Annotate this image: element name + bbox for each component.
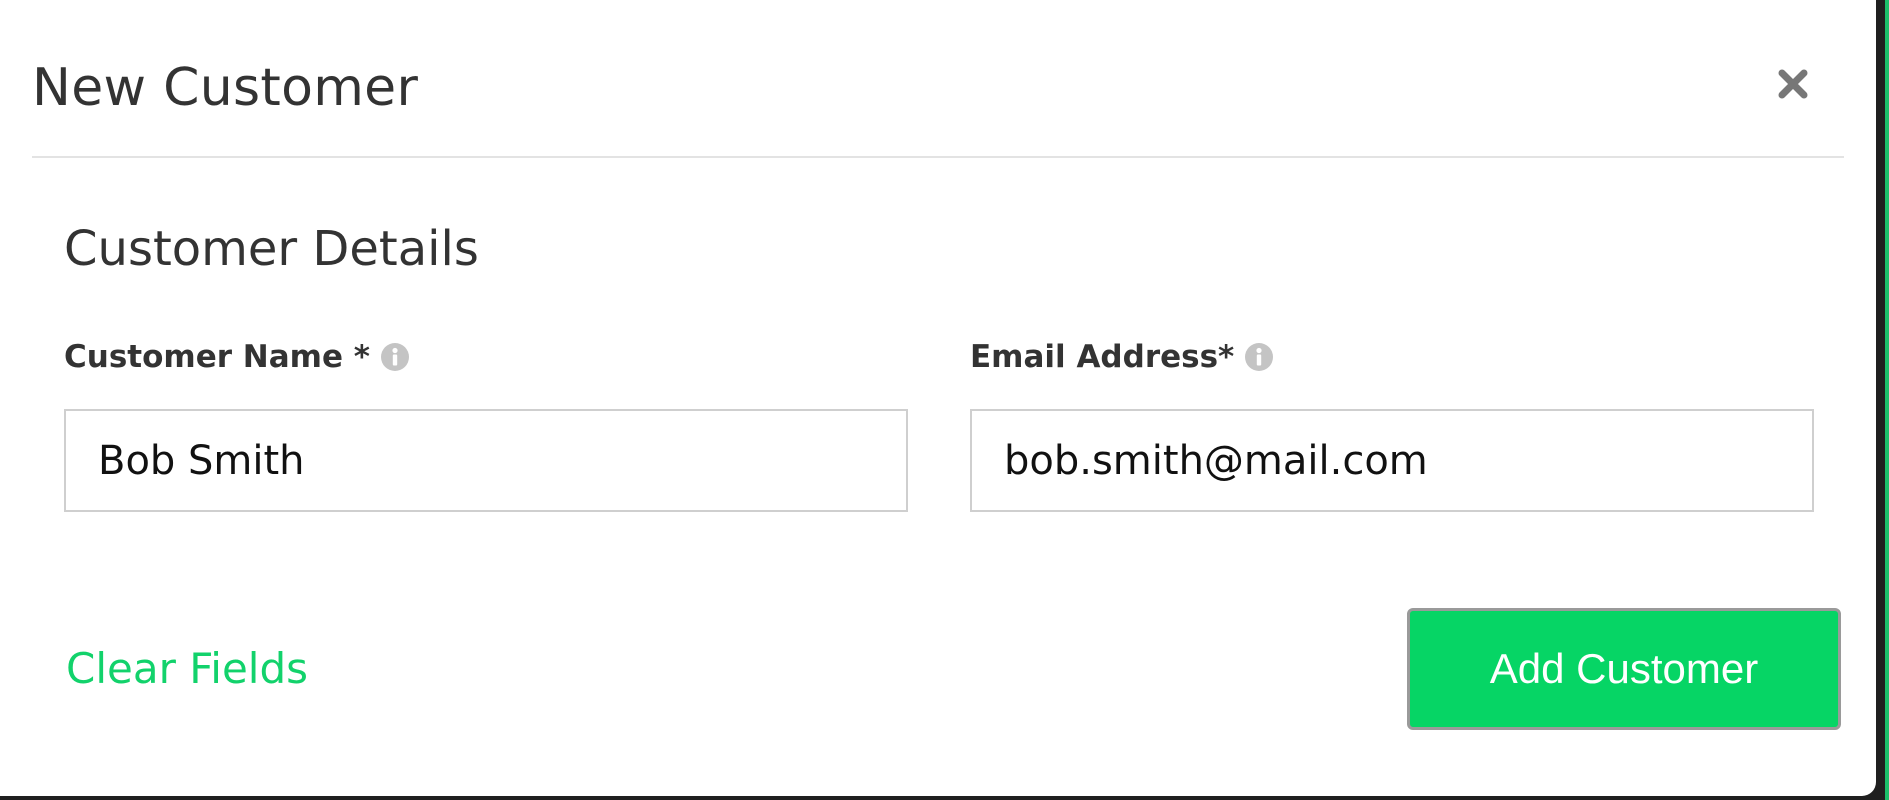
close-icon — [1778, 69, 1808, 99]
add-customer-button[interactable]: Add Customer — [1407, 608, 1841, 730]
clear-fields-link[interactable]: Clear Fields — [66, 644, 308, 693]
email-address-input[interactable] — [970, 409, 1814, 512]
customer-name-label: Customer Name * — [64, 339, 410, 375]
customer-name-input[interactable] — [64, 409, 908, 512]
close-button[interactable] — [1773, 61, 1813, 105]
section-title: Customer Details — [64, 221, 479, 277]
email-address-label-text: Email Address* — [970, 339, 1235, 375]
modal-title: New Customer — [32, 58, 419, 118]
info-icon[interactable] — [380, 342, 410, 372]
background-accent — [1885, 0, 1889, 800]
email-address-label: Email Address* — [970, 339, 1274, 375]
customer-name-label-text: Customer Name * — [64, 339, 370, 375]
info-icon[interactable] — [1244, 342, 1274, 372]
new-customer-modal: New Customer Customer Details Customer N… — [0, 0, 1876, 796]
